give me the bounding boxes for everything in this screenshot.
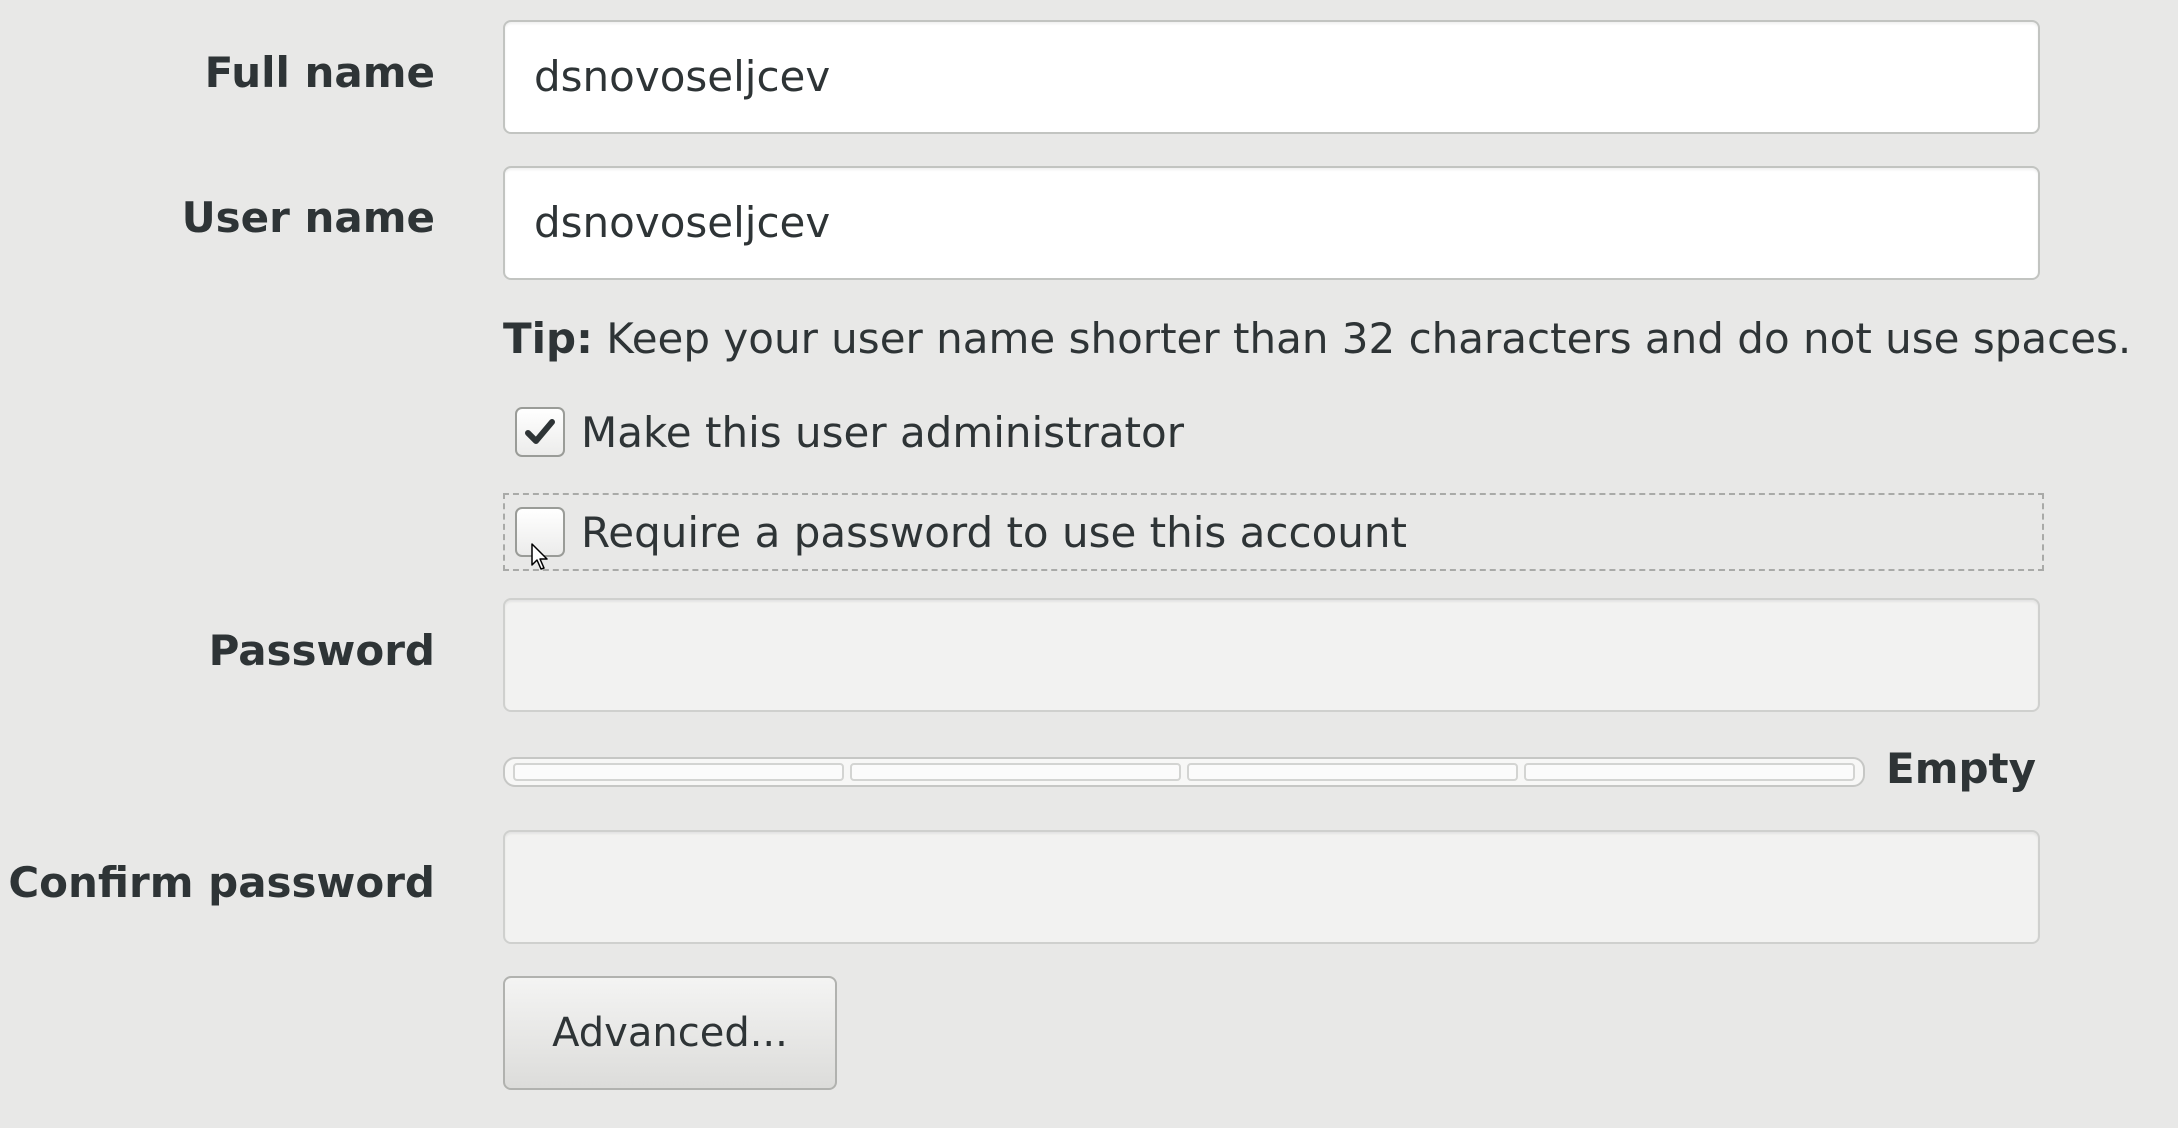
confirm-password-input[interactable]	[503, 830, 2040, 944]
full-name-input[interactable]: dsnovoseljcev	[503, 20, 2040, 134]
user-name-label: User name	[181, 193, 435, 242]
check-icon	[525, 419, 555, 444]
strength-segment	[850, 763, 1181, 781]
tip-prefix: Tip:	[503, 314, 593, 363]
confirm-password-label: Confirm password	[8, 858, 435, 907]
password-strength-label: Empty	[1886, 744, 2036, 793]
require-password-checkbox-row[interactable]: Require a password to use this account	[503, 493, 2044, 571]
password-strength-meter	[503, 757, 1865, 787]
password-label: Password	[208, 626, 435, 675]
admin-checkbox-row[interactable]: Make this user administrator	[503, 393, 2044, 471]
advanced-button[interactable]: Advanced...	[503, 976, 837, 1090]
mouse-pointer-icon	[531, 543, 549, 575]
admin-checkbox-label: Make this user administrator	[581, 407, 1184, 457]
password-input[interactable]	[503, 598, 2040, 712]
strength-segment	[1187, 763, 1518, 781]
strength-segment	[1524, 763, 1855, 781]
user-name-input[interactable]: dsnovoseljcev	[503, 166, 2040, 280]
strength-segment	[513, 763, 844, 781]
tip-text: Keep your user name shorter than 32 char…	[592, 314, 2132, 363]
require-password-checkbox-label: Require a password to use this account	[581, 507, 1407, 557]
admin-checkbox[interactable]	[515, 407, 565, 457]
user-name-tip: Tip: Keep your user name shorter than 32…	[503, 312, 2131, 366]
full-name-label: Full name	[204, 48, 435, 97]
